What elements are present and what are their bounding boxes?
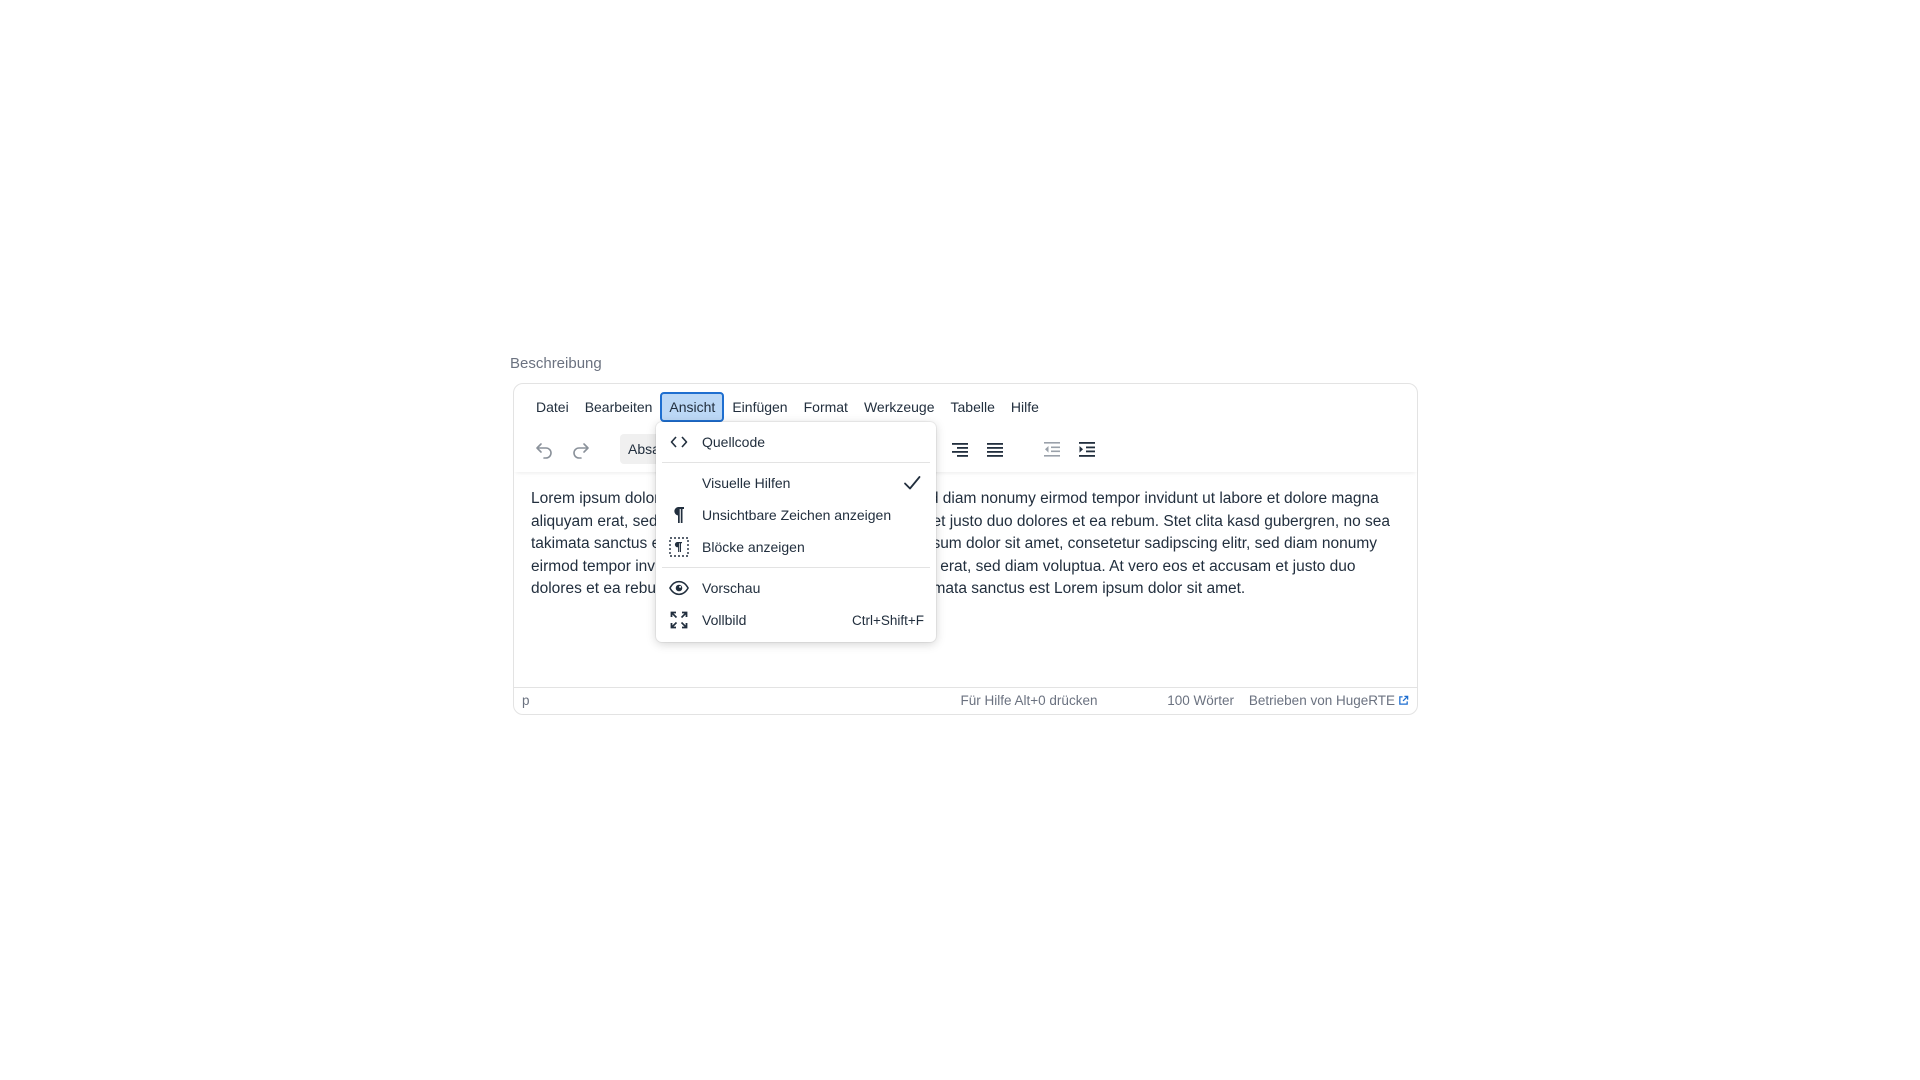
outdent-icon bbox=[1044, 442, 1060, 457]
external-link-icon bbox=[1399, 695, 1409, 705]
view-menu-dropdown: Quellcode Visuelle Hilfen Unsichtbare Ze… bbox=[656, 422, 936, 642]
field-label: Beschreibung bbox=[510, 355, 602, 372]
fullscreen-label: Vollbild bbox=[702, 612, 747, 628]
redo-icon bbox=[573, 443, 589, 459]
fullscreen-shortcut: Ctrl+Shift+F bbox=[851, 612, 924, 628]
brand-label: Betrieben von HugeRTE bbox=[1248, 693, 1395, 708]
menu-separator bbox=[662, 462, 930, 463]
indent-icon bbox=[1079, 442, 1095, 457]
fullscreen-icon bbox=[669, 610, 689, 630]
menu-item-show-invisible[interactable]: Unsichtbare Zeichen anzeigen bbox=[656, 499, 936, 531]
brand-link[interactable]: Betrieben von HugeRTE bbox=[1249, 693, 1409, 708]
justify-button[interactable] bbox=[979, 433, 1011, 465]
eye-icon bbox=[669, 578, 689, 598]
align-justify-icon bbox=[987, 443, 1003, 457]
menu-format[interactable]: Format bbox=[796, 392, 856, 422]
pilcrow-icon bbox=[669, 505, 689, 525]
menu-datei[interactable]: Datei bbox=[528, 392, 577, 422]
menu-hilfe[interactable]: Hilfe bbox=[1003, 392, 1047, 422]
menubar: Datei Bearbeiten Ansicht Einfügen Format… bbox=[528, 390, 1047, 424]
preview-label: Vorschau bbox=[702, 580, 761, 596]
menu-tabelle[interactable]: Tabelle bbox=[943, 392, 1003, 422]
word-count[interactable]: 100 Wörter bbox=[1167, 693, 1234, 708]
show-blocks-icon bbox=[669, 537, 689, 557]
undo-icon bbox=[536, 443, 552, 459]
menu-item-visual-aids[interactable]: Visuelle Hilfen bbox=[656, 467, 936, 499]
undo-button[interactable] bbox=[528, 433, 560, 465]
element-path[interactable]: p bbox=[522, 693, 530, 708]
menu-item-preview[interactable]: Vorschau bbox=[656, 572, 936, 604]
menu-separator bbox=[662, 567, 930, 568]
show-blocks-label: Blöcke anzeigen bbox=[702, 539, 805, 555]
menu-ansicht[interactable]: Ansicht bbox=[660, 392, 725, 422]
toolbar: Absa bbox=[514, 426, 1417, 472]
menu-werkzeuge[interactable]: Werkzeuge bbox=[856, 392, 943, 422]
help-hint: Für Hilfe Alt+0 drücken bbox=[960, 693, 1098, 708]
align-right-icon bbox=[952, 443, 968, 457]
outdent-button[interactable] bbox=[1036, 433, 1068, 465]
show-invisible-label: Unsichtbare Zeichen anzeigen bbox=[702, 507, 892, 523]
menu-item-show-blocks[interactable]: Blöcke anzeigen bbox=[656, 531, 936, 563]
code-icon bbox=[669, 432, 689, 452]
indent-button[interactable] bbox=[1071, 433, 1103, 465]
menu-item-source-code[interactable]: Quellcode bbox=[656, 426, 936, 458]
menu-bearbeiten[interactable]: Bearbeiten bbox=[577, 392, 661, 422]
statusbar: p Für Hilfe Alt+0 drücken 100 Wörter Bet… bbox=[514, 687, 1417, 714]
rich-text-editor: Datei Bearbeiten Ansicht Einfügen Format… bbox=[513, 383, 1418, 715]
menu-item-fullscreen[interactable]: Vollbild Ctrl+Shift+F bbox=[656, 604, 936, 636]
menu-einfuegen[interactable]: Einfügen bbox=[724, 392, 795, 422]
align-right-button[interactable] bbox=[944, 433, 976, 465]
visual-aids-label: Visuelle Hilfen bbox=[702, 475, 791, 491]
redo-button[interactable] bbox=[565, 433, 597, 465]
source-code-label: Quellcode bbox=[702, 434, 766, 450]
checkmark-icon bbox=[904, 476, 921, 490]
